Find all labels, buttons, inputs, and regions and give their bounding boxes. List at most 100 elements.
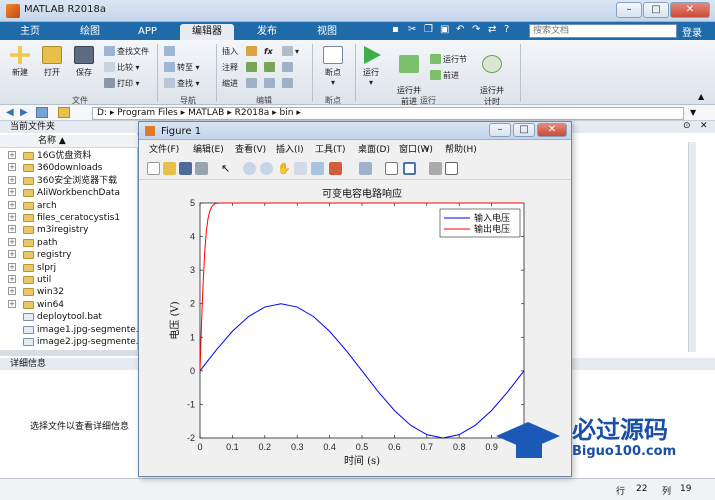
insert-button[interactable]: 插入 [222,45,238,58]
search-docs-input[interactable]: 搜索文档 [529,24,677,38]
advance-button[interactable]: 前进 [430,69,459,82]
menu-tools[interactable]: 工具(T) [315,142,346,155]
compare-button[interactable]: 比较 ▾ [104,61,140,74]
copy-quick-icon[interactable]: ❐ [424,24,434,36]
file-item[interactable]: deploytool.bat [0,311,138,323]
expand-icon[interactable]: + [8,262,16,271]
folder-item[interactable]: + win64 [0,299,138,311]
cut-quick-icon[interactable]: ✂ [408,24,418,36]
open-button[interactable]: 打开 [38,46,66,78]
folder-item[interactable]: +16G优盘资料 [0,150,138,162]
folder-item[interactable]: + files_ceratocystis1 [0,212,138,224]
folder-item[interactable]: + AliWorkbenchData [0,187,138,199]
tab-publish[interactable]: 发布 [245,24,289,40]
path-segment[interactable]: D: [97,108,107,118]
expand-icon[interactable]: + [8,175,16,184]
go-to-button[interactable]: 转至 ▾ [164,61,200,74]
find-files-button[interactable]: 查找文件 [104,45,149,58]
colorbar-icon[interactable] [385,162,398,175]
insert-more-icon[interactable]: ▾ [282,45,299,58]
tab-view[interactable]: 视图 [305,24,349,40]
tab-home[interactable]: 主页 [8,24,52,40]
minimize-button[interactable]: – [616,2,642,18]
zoom-out-icon[interactable] [260,162,273,175]
expand-icon[interactable]: + [8,163,16,172]
hide-plot-tools-icon[interactable] [429,162,442,175]
menu-file[interactable]: 文件(F) [149,142,179,155]
path-segment[interactable]: bin [280,108,294,118]
folder-item[interactable]: + slprj [0,262,138,274]
expand-icon[interactable]: + [8,188,16,197]
figure-maximize-button[interactable]: □ [513,123,535,137]
tab-plots[interactable]: 绘图 [68,24,112,40]
expand-icon[interactable]: + [8,225,16,234]
uncomment-icon[interactable] [264,61,277,74]
pan-hand-icon[interactable]: ✋ [277,162,291,175]
brush-icon[interactable] [329,162,342,175]
print-figure-icon[interactable] [195,162,208,175]
rotate-3d-icon[interactable] [294,162,307,175]
save-quick-icon[interactable]: ▪ [392,24,402,36]
path-dropdown-icon[interactable]: ▼ [690,108,696,117]
expand-icon[interactable]: + [8,237,16,246]
figure-minimize-button[interactable]: – [489,123,511,137]
expand-icon[interactable]: + [8,250,16,259]
folder-item[interactable]: + util [0,274,138,286]
undo-quick-icon[interactable]: ↶ [456,24,466,36]
folder-item[interactable]: +360downloads [0,162,138,174]
expand-icon[interactable]: + [8,299,16,308]
forward-arrow-icon[interactable]: ▶ [20,107,28,118]
new-figure-icon[interactable] [147,162,160,175]
maximize-button[interactable]: □ [643,2,669,18]
zoom-in-icon[interactable] [243,162,256,175]
folder-item[interactable]: + path [0,237,138,249]
expand-icon[interactable]: + [8,275,16,283]
menu-desktop[interactable]: 桌面(D) [358,142,390,155]
path-segment[interactable]: R2018a [235,108,270,118]
comment-button[interactable]: 注释 [222,61,238,74]
new-button[interactable]: 新建 [6,46,34,78]
close-button[interactable]: ✕ [670,2,710,18]
folder-item[interactable]: +360安全浏览器下载 [0,175,138,187]
collapse-ribbon-icon[interactable]: ▲ [698,92,704,101]
insert-section-icon[interactable] [246,45,259,58]
file-item[interactable]: image1.jpg-segmente... [0,324,138,336]
redo-quick-icon[interactable]: ↷ [472,24,482,36]
insert-function-button[interactable]: fx [264,45,273,58]
panel-scrollbar[interactable] [0,350,138,356]
name-column-header[interactable]: 名称 ▲ [0,135,138,148]
tab-editor[interactable]: 编辑器 [180,24,234,40]
increase-indent-icon[interactable] [264,77,277,90]
login-link[interactable]: 登录 [682,24,702,39]
find-button[interactable]: 查找 ▾ [164,77,200,90]
smart-indent-icon[interactable] [246,77,259,90]
menu-view[interactable]: 查看(V) [235,142,266,155]
switch-windows-icon[interactable]: ⇄ [488,24,498,36]
data-cursor-icon[interactable] [311,162,324,175]
path-segment[interactable]: MATLAB [188,108,224,118]
run-time-button[interactable]: 运行并 计时 [474,46,510,107]
open-file-icon[interactable] [163,162,176,175]
comment-percent-icon[interactable] [246,61,259,74]
decrease-indent-icon[interactable] [282,77,295,90]
paste-quick-icon[interactable]: ▣ [440,24,450,36]
run-section-button[interactable]: 运行节 [430,53,467,66]
expand-icon[interactable]: + [8,213,16,221]
save-button[interactable]: 保存 [70,46,98,78]
breakpoints-button[interactable]: 断点 ▾ [318,46,348,87]
folder-item[interactable]: + arch [0,200,138,212]
indent-button[interactable]: 缩进 [222,77,238,90]
menu-help[interactable]: 帮助(H) [445,142,477,155]
folder-item[interactable]: + registry [0,249,138,261]
figure-close-button[interactable]: ✕ [537,123,567,137]
pointer-icon[interactable]: ↖ [221,162,234,175]
help-quick-icon[interactable]: ? [504,24,514,36]
menu-insert[interactable]: 插入(I) [276,142,304,155]
expand-icon[interactable]: + [8,200,16,209]
legend-icon[interactable] [403,162,416,175]
link-plot-icon[interactable] [359,162,372,175]
nav-back-button[interactable] [164,45,177,58]
browse-folder-icon[interactable] [58,107,70,118]
panel-menu-icon[interactable]: ⊙ [683,121,691,131]
show-plot-tools-icon[interactable] [445,162,458,175]
